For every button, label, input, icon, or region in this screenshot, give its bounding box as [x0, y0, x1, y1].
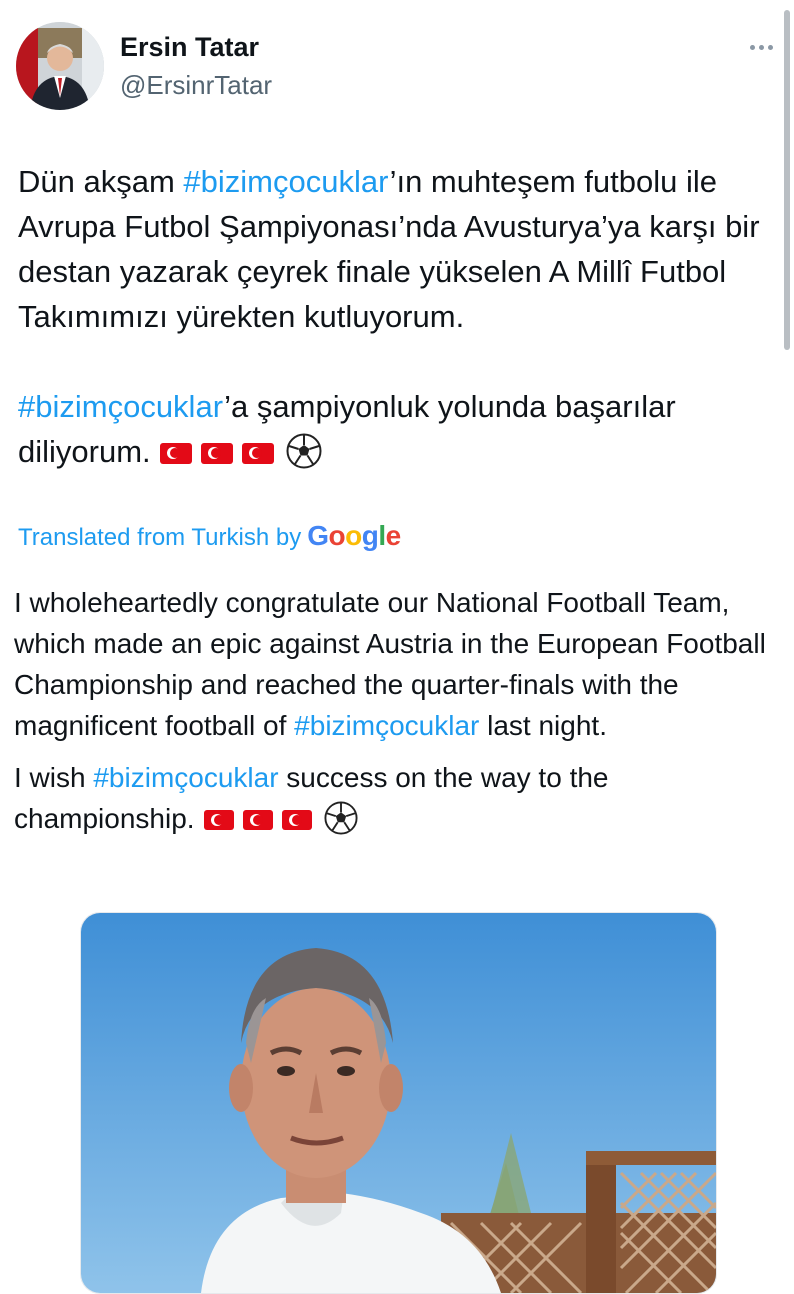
translation-text-segment: last night.: [479, 710, 607, 741]
hashtag-link[interactable]: #bizimçocuklar: [183, 164, 389, 199]
author-handle[interactable]: @ErsinrTatar: [120, 70, 272, 101]
hashtag-link[interactable]: #bizimçocuklar: [93, 762, 278, 793]
google-logo: Google: [307, 520, 401, 551]
tweet-paragraph-2: #bizimçocuklar’a şampiyonluk yolunda baş…: [18, 384, 768, 481]
dot: [749, 44, 755, 50]
tweet-text-segment: Dün akşam: [18, 164, 184, 199]
author-name[interactable]: Ersin Tatar: [120, 32, 259, 63]
translated-label: Translated from Turkish by: [18, 524, 302, 551]
soccer-ball-icon: [286, 433, 322, 481]
turkey-flag-icon: [200, 443, 233, 464]
tweet-paragraph-1: Dün akşam #bizimçocuklar’ın muhteşem fut…: [18, 159, 768, 339]
turkey-flag-icon: [203, 810, 234, 830]
translated-text: I wholeheartedly congratulate our Nation…: [14, 582, 774, 846]
translated-by-link[interactable]: Translated from Turkish by Google: [18, 520, 401, 552]
turkey-flag-icon: [242, 810, 273, 830]
scrollbar[interactable]: [784, 10, 790, 350]
soccer-ball-icon: [324, 801, 358, 846]
turkey-flag-icon: [159, 443, 192, 464]
turkey-flag-icon: [281, 810, 312, 830]
turkey-flag-icon: [241, 443, 274, 464]
translation-paragraph-2: I wish #bizimçocuklar success on the way…: [14, 757, 774, 846]
dot: [767, 44, 773, 50]
hashtag-link[interactable]: #bizimçocuklar: [18, 389, 224, 424]
tweet-text: Dün akşam #bizimçocuklar’ın muhteşem fut…: [18, 159, 768, 481]
translation-text-segment: I wish: [14, 762, 94, 793]
dot: [758, 44, 764, 50]
translation-paragraph-1: I wholeheartedly congratulate our Nation…: [14, 582, 774, 746]
tweet-photo[interactable]: [80, 912, 717, 1294]
more-options-icon[interactable]: [746, 36, 776, 58]
author-avatar[interactable]: [16, 22, 104, 110]
hashtag-link[interactable]: #bizimçocuklar: [294, 710, 479, 741]
